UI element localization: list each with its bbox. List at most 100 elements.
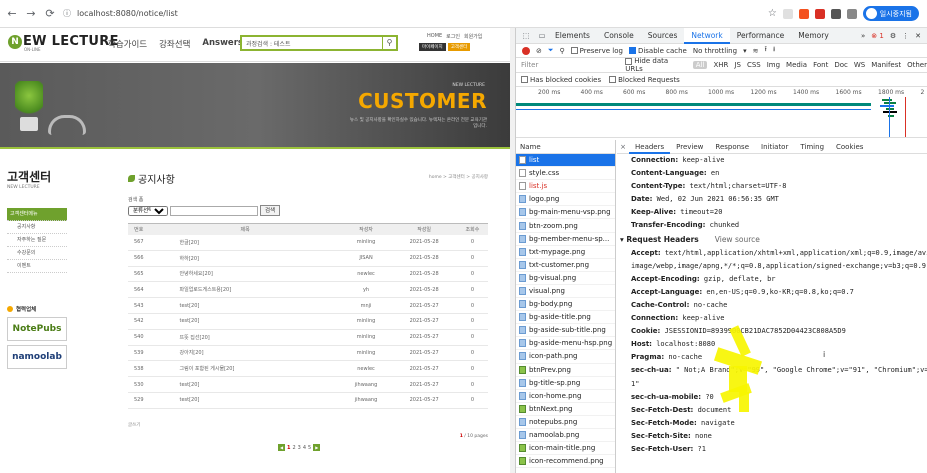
- request-row[interactable]: icon-path.png: [516, 350, 615, 364]
- query-input[interactable]: [170, 205, 258, 216]
- filter-type-img[interactable]: Img: [767, 61, 780, 69]
- prev-page-icon[interactable]: ◀: [278, 444, 285, 451]
- back-icon[interactable]: ←: [5, 7, 19, 21]
- error-badge[interactable]: ⊗ 1: [871, 32, 884, 40]
- request-row[interactable]: icon-recommend.png: [516, 455, 615, 469]
- menu-item-guide[interactable]: 학습가이드: [108, 38, 147, 50]
- network-overview[interactable]: 200 ms 400 ms 600 ms 800 ms 1000 ms 1200 ms 14…: [516, 87, 927, 138]
- home-link[interactable]: HOME: [427, 33, 442, 40]
- request-headers-heading[interactable]: ▾ Request Headers View source: [617, 233, 927, 247]
- detail-tab-preview[interactable]: Preview: [670, 140, 709, 154]
- filter-type-manifest[interactable]: Manifest: [871, 61, 901, 69]
- notice-title-link[interactable]: test[20]: [149, 313, 341, 330]
- next-page-icon[interactable]: ▶: [313, 444, 321, 451]
- blocked-requests-checkbox[interactable]: Blocked Requests: [609, 76, 680, 84]
- page-number[interactable]: 2: [292, 445, 295, 451]
- table-row[interactable]: 564 파일업로드게스트용[20] yh 2021-05-28 0: [128, 281, 488, 299]
- star-icon[interactable]: ☆: [768, 8, 777, 19]
- request-row[interactable]: bg-title-sp.png: [516, 377, 615, 390]
- menu-item-answers[interactable]: Answers: [202, 38, 243, 50]
- kebab-menu-icon[interactable]: ⋮: [902, 32, 909, 40]
- filter-input[interactable]: Filter: [521, 61, 619, 69]
- request-row[interactable]: list: [516, 154, 615, 168]
- extension-icon[interactable]: [814, 8, 825, 19]
- partner-namoolab[interactable]: namoolab: [7, 345, 67, 369]
- address-bar[interactable]: ⓘ localhost:8080/notice/list: [63, 8, 178, 19]
- notice-title-link[interactable]: test[20]: [149, 297, 341, 314]
- filter-type-font[interactable]: Font: [813, 61, 828, 69]
- detail-tab-timing[interactable]: Timing: [794, 140, 830, 154]
- login-link[interactable]: 로그인: [446, 33, 460, 40]
- table-row[interactable]: 538 그림이 포함된 게시물[20] newlec 2021-05-27 0: [128, 360, 488, 378]
- table-row[interactable]: 530 test[20] jihwaang 2021-05-27 0: [128, 376, 488, 393]
- filter-type-js[interactable]: JS: [734, 61, 741, 69]
- table-row[interactable]: 565 안녕하세요[20] newlec 2021-05-28 0: [128, 266, 488, 283]
- request-row[interactable]: bg-visual.png: [516, 272, 615, 285]
- list-footer[interactable]: 글쓰기: [128, 422, 140, 428]
- inspect-icon[interactable]: ⬚: [520, 31, 532, 40]
- profile-button[interactable]: 일시중지됨: [862, 6, 919, 21]
- table-row[interactable]: 539 강아지[20] minling 2021-05-27 0: [128, 345, 488, 362]
- preserve-log-checkbox[interactable]: Preserve log: [570, 47, 623, 55]
- detail-tab-cookies[interactable]: Cookies: [830, 140, 869, 154]
- filter-type-doc[interactable]: Doc: [834, 61, 848, 69]
- detail-tab-response[interactable]: Response: [709, 140, 755, 154]
- table-row[interactable]: 543 test[20] mnji 2021-05-27 0: [128, 297, 488, 314]
- table-row[interactable]: 540 뜨뜻 집선[20] minling 2021-05-27 0: [128, 329, 488, 346]
- extension-icon[interactable]: [798, 8, 809, 19]
- signup-link[interactable]: 회원가입: [464, 33, 482, 40]
- chevron-down-icon[interactable]: ▾: [743, 47, 747, 55]
- view-source-link[interactable]: View source: [715, 235, 760, 244]
- mypage-button[interactable]: 마이페이지: [419, 43, 446, 51]
- request-row[interactable]: bg-aside-sub-title.png: [516, 324, 615, 338]
- site-logo[interactable]: N EW LECTURE ON-LINE: [8, 34, 119, 52]
- notice-title-link[interactable]: 한글[20]: [149, 234, 341, 251]
- request-row[interactable]: bg-body.png: [516, 298, 615, 312]
- request-row[interactable]: bg-aside-title.png: [516, 311, 615, 325]
- request-row[interactable]: style.css: [516, 167, 615, 181]
- devtools-tab-elements[interactable]: Elements: [548, 28, 597, 44]
- request-row[interactable]: namoolab.png: [516, 429, 615, 443]
- name-column-header[interactable]: Name: [516, 140, 615, 154]
- upload-icon[interactable]: ⭱: [764, 45, 766, 56]
- devtools-tab-memory[interactable]: Memory: [791, 28, 836, 44]
- more-tabs-icon[interactable]: »: [861, 32, 865, 40]
- device-icon[interactable]: ▭: [536, 31, 548, 40]
- table-row[interactable]: 566 하하[20] JISAN 2021-05-28 0: [128, 250, 488, 267]
- menu-item-course[interactable]: 강좌선택: [159, 38, 190, 50]
- request-row[interactable]: bg-main-menu-vsp.png: [516, 206, 615, 220]
- search-button[interactable]: 검색: [260, 205, 281, 216]
- disable-cache-checkbox[interactable]: Disable cache: [628, 47, 687, 55]
- table-row[interactable]: 567 한글[20] minling 2021-05-28 0: [128, 234, 488, 251]
- request-row[interactable]: icon-main-title.png: [516, 442, 615, 456]
- request-row[interactable]: btn-zoom.png: [516, 219, 615, 233]
- extension-icon[interactable]: [830, 8, 841, 19]
- url-text[interactable]: localhost:8080/notice/list: [77, 9, 178, 18]
- extension-icon[interactable]: [782, 8, 793, 19]
- search-icon[interactable]: ⚲: [559, 47, 564, 55]
- request-row[interactable]: visual.png: [516, 285, 615, 299]
- filter-type-css[interactable]: CSS: [747, 61, 761, 69]
- search-input[interactable]: [242, 37, 372, 49]
- request-row[interactable]: list.js: [516, 180, 615, 194]
- table-row[interactable]: 529 test[20] jihwaang 2021-05-27 0: [128, 392, 488, 409]
- request-row[interactable]: btnPrev.png: [516, 364, 615, 377]
- aside-item-notice[interactable]: 공지사항: [7, 221, 67, 234]
- devtools-tab-sources[interactable]: Sources: [641, 28, 685, 44]
- notice-title-link[interactable]: test[20]: [149, 376, 341, 393]
- notice-title-link[interactable]: 그림이 포함된 게시물[20]: [149, 360, 341, 378]
- forward-icon[interactable]: →: [24, 7, 38, 21]
- detail-tab-initiator[interactable]: Initiator: [755, 140, 794, 154]
- blocked-cookies-checkbox[interactable]: Has blocked cookies: [521, 76, 601, 84]
- request-row[interactable]: logo.png: [516, 193, 615, 207]
- filter-type-xhr[interactable]: XHR: [713, 61, 728, 69]
- devtools-tab-performance[interactable]: Performance: [730, 28, 792, 44]
- request-row[interactable]: notepubs.png: [516, 416, 615, 429]
- filter-type-all[interactable]: All: [692, 61, 708, 69]
- page-number[interactable]: 4: [303, 445, 306, 451]
- detail-tab-headers[interactable]: Headers: [629, 140, 671, 154]
- notice-title-link[interactable]: 강아지[20]: [149, 345, 341, 362]
- request-row[interactable]: icon-home.png: [516, 390, 615, 403]
- download-icon[interactable]: ⭳: [773, 45, 775, 56]
- devtools-tab-network[interactable]: Network: [684, 27, 730, 44]
